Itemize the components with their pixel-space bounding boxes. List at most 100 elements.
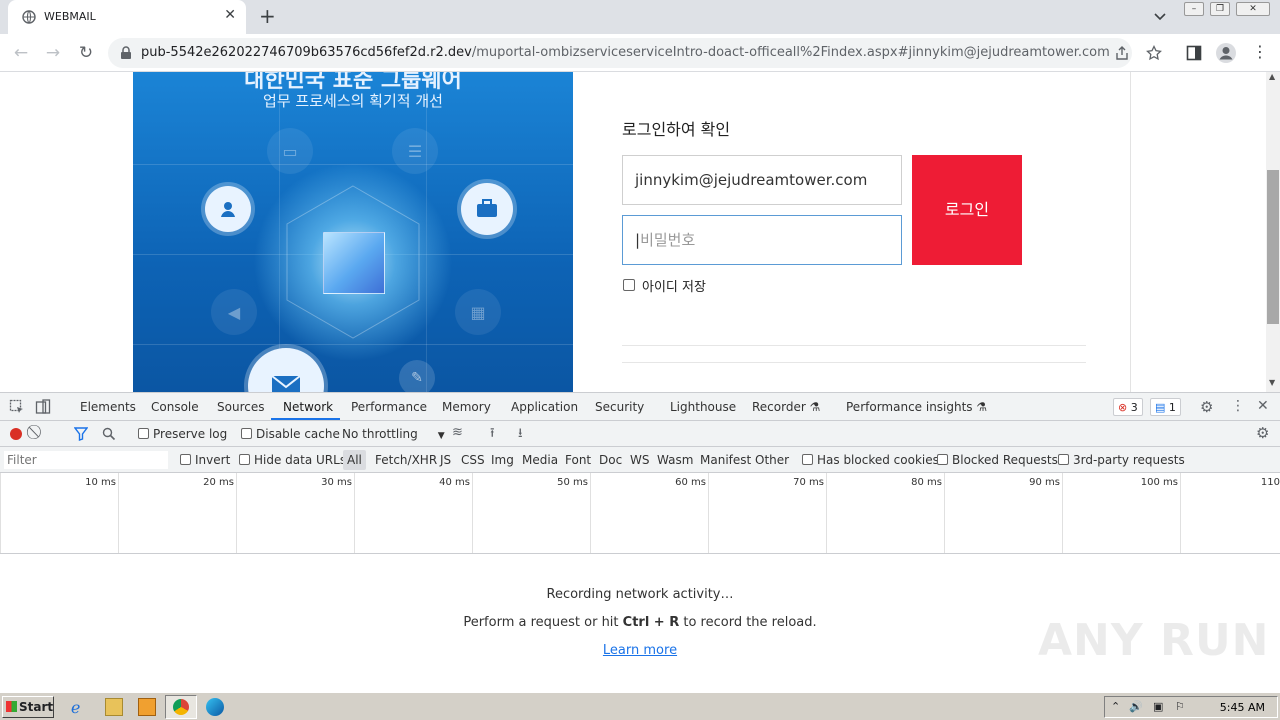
flag-icon[interactable]: ⚐ <box>1175 700 1185 713</box>
search-icon[interactable] <box>102 427 116 441</box>
filter-type-ws[interactable]: WS <box>630 453 649 467</box>
filter-type-other[interactable]: Other <box>755 453 789 467</box>
has-blocked-cookies-checkbox[interactable]: Has blocked cookies <box>802 453 939 467</box>
speaker-icon: ◀ <box>211 289 257 335</box>
tab-memory[interactable]: Memory <box>442 400 491 414</box>
messages-badge[interactable]: ▤ 1 <box>1150 398 1181 416</box>
timeline-gridline <box>354 473 355 553</box>
tab-performance[interactable]: Performance <box>351 400 427 414</box>
tab-security[interactable]: Security <box>595 400 644 414</box>
throttling-value: No throttling <box>342 427 418 441</box>
tab-title: WEBMAIL <box>44 10 96 23</box>
close-window-button[interactable]: ✕ <box>1236 2 1270 16</box>
network-icon[interactable]: ▣ <box>1153 700 1163 713</box>
remember-id-checkbox[interactable] <box>623 279 635 291</box>
filter-type-wasm[interactable]: Wasm <box>657 453 693 467</box>
tab-performance-insights[interactable]: Performance insights ⚗ <box>846 400 987 414</box>
reload-icon[interactable]: ↻ <box>75 42 97 64</box>
network-settings-icon[interactable]: ⚙ <box>1256 424 1269 442</box>
file-explorer-icon[interactable] <box>105 698 123 716</box>
filter-type-media[interactable]: Media <box>522 453 558 467</box>
tab-performance-insights-label: Performance insights <box>846 400 973 414</box>
tab-sources[interactable]: Sources <box>217 400 264 414</box>
recording-message: Recording network activity… <box>546 587 734 602</box>
devtools-menu-icon[interactable]: ⋮ <box>1231 398 1245 414</box>
devtools-settings-icon[interactable]: ⚙ <box>1200 398 1213 416</box>
email-field[interactable]: jinnykim@jejudreamtower.com <box>622 155 902 205</box>
network-timeline-overview[interactable]: 10 ms 20 ms 30 ms 40 ms 50 ms 60 ms 70 m… <box>0 473 1280 554</box>
password-field[interactable]: |비밀번호 <box>622 215 902 265</box>
globe-icon <box>22 10 36 24</box>
bookmark-star-icon[interactable] <box>1146 45 1162 61</box>
share-icon[interactable] <box>1114 45 1130 61</box>
tab-lighthouse[interactable]: Lighthouse <box>670 400 736 414</box>
filter-type-css[interactable]: CSS <box>461 453 485 467</box>
chrome-taskbar-button[interactable] <box>165 695 197 719</box>
filter-type-manifest[interactable]: Manifest <box>700 453 751 467</box>
login-button[interactable]: 로그인 <box>912 155 1022 265</box>
tab-search-chevron-icon[interactable] <box>1152 8 1168 24</box>
checkbox-box <box>180 454 191 465</box>
disable-cache-checkbox[interactable]: Disable cache <box>241 427 340 441</box>
throttling-select[interactable]: No throttling ▼ <box>342 427 445 441</box>
messages-count: 1 <box>1168 401 1176 414</box>
restore-button[interactable]: ❐ <box>1210 2 1230 16</box>
new-tab-icon[interactable]: + <box>259 4 276 28</box>
address-bar[interactable]: pub-5542e262022746709b63576cd56fef2d.r2.… <box>108 38 1162 68</box>
side-panel-icon[interactable] <box>1186 45 1202 61</box>
start-button[interactable]: Start <box>2 696 54 718</box>
scroll-up-icon[interactable]: ▲ <box>1269 72 1275 81</box>
filter-type-font[interactable]: Font <box>565 453 591 467</box>
browser-tab[interactable]: WEBMAIL ✕ <box>8 0 246 34</box>
devtools-close-icon[interactable]: ✕ <box>1257 398 1269 414</box>
inspect-element-icon[interactable] <box>9 399 25 415</box>
scrollbar-thumb[interactable] <box>1267 170 1279 324</box>
invert-checkbox[interactable]: Invert <box>180 453 230 467</box>
anyrun-watermark: ANY RUN <box>1038 615 1270 666</box>
filter-type-fetch-xhr[interactable]: Fetch/XHR <box>375 453 437 467</box>
export-har-icon[interactable]: ⭳ <box>518 424 523 446</box>
timeline-tick-label: 10 ms <box>85 477 116 488</box>
tab-recorder[interactable]: Recorder ⚗ <box>752 400 820 414</box>
devtools-tab-bar: Elements Console Sources Network Perform… <box>0 393 1280 421</box>
minimize-button[interactable]: – <box>1184 2 1204 16</box>
third-party-requests-checkbox[interactable]: 3rd-party requests <box>1058 453 1185 467</box>
tab-console[interactable]: Console <box>151 400 199 414</box>
browser-menu-icon[interactable]: ⋮ <box>1252 42 1268 61</box>
profile-avatar-icon[interactable] <box>1215 42 1237 64</box>
url-text: pub-5542e262022746709b63576cd56fef2d.r2.… <box>141 45 1110 60</box>
network-conditions-icon[interactable]: ≋ <box>452 425 463 440</box>
back-icon[interactable]: ← <box>10 42 32 64</box>
device-toolbar-icon[interactable] <box>35 399 51 415</box>
network-filter-bar: Invert Hide data URLs All Fetch/XHR JS C… <box>0 447 1280 473</box>
media-player-icon[interactable] <box>138 698 156 716</box>
hide-data-urls-checkbox[interactable]: Hide data URLs <box>239 453 346 467</box>
tray-expand-icon[interactable]: ⌃ <box>1111 700 1120 713</box>
timeline-gridline <box>0 473 1 553</box>
filter-type-doc[interactable]: Doc <box>599 453 622 467</box>
timeline-gridline <box>826 473 827 553</box>
filter-input[interactable] <box>4 451 168 469</box>
filter-icon[interactable] <box>74 427 88 441</box>
volume-icon[interactable]: 🔊 <box>1129 700 1143 713</box>
import-har-icon[interactable]: ⭱ <box>490 424 495 446</box>
filter-type-js[interactable]: JS <box>440 453 451 467</box>
learn-more-link[interactable]: Learn more <box>603 643 677 658</box>
timeline-tick-label: 100 ms <box>1140 477 1178 488</box>
scroll-down-icon[interactable]: ▼ <box>1269 378 1275 387</box>
tab-network[interactable]: Network <box>283 400 333 414</box>
flask-icon: ⚗ <box>976 400 988 414</box>
blocked-requests-checkbox[interactable]: Blocked Requests <box>937 453 1058 467</box>
edge-icon[interactable] <box>206 698 224 716</box>
filter-type-all[interactable]: All <box>343 450 366 470</box>
tab-close-icon[interactable]: ✕ <box>224 7 236 23</box>
tab-application[interactable]: Application <box>511 400 578 414</box>
forward-icon[interactable]: → <box>42 42 64 64</box>
record-icon[interactable] <box>10 428 22 440</box>
tab-elements[interactable]: Elements <box>80 400 136 414</box>
errors-badge[interactable]: ⊗ 3 <box>1113 398 1143 416</box>
filter-type-img[interactable]: Img <box>491 453 514 467</box>
internet-explorer-icon[interactable]: ℯ <box>71 698 89 717</box>
preserve-log-checkbox[interactable]: Preserve log <box>138 427 227 441</box>
clock[interactable]: 5:45 AM <box>1220 701 1265 714</box>
